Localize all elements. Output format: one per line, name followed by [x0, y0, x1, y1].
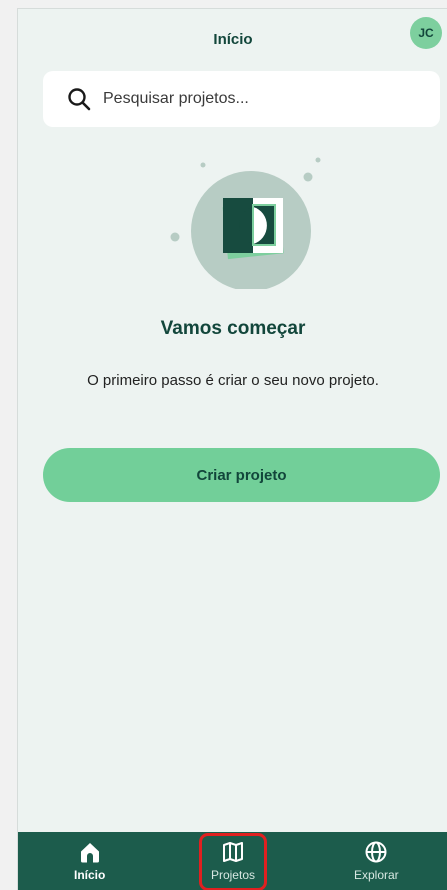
empty-state-illustration — [163, 149, 333, 291]
tab-label: Início — [73, 868, 106, 882]
app-screen: Início JC Vamos com — [17, 8, 447, 890]
search-bar[interactable] — [43, 71, 440, 127]
home-icon — [77, 840, 103, 864]
tab-label: Projetos — [210, 868, 255, 882]
page-title: Início — [213, 31, 253, 48]
tab-inicio[interactable]: Início — [18, 832, 161, 890]
tab-projetos[interactable]: Projetos — [161, 832, 304, 890]
search-input[interactable] — [101, 89, 425, 109]
empty-state-heading: Vamos começar — [160, 318, 306, 339]
empty-state-description: O primeiro passo é criar o seu novo proj… — [87, 372, 379, 389]
search-icon — [65, 85, 93, 113]
globe-icon — [363, 840, 389, 864]
tab-label: Explorar — [353, 868, 399, 882]
avatar[interactable]: JC — [410, 17, 442, 49]
tab-explorar[interactable]: Explorar — [305, 832, 447, 890]
map-icon — [220, 840, 246, 864]
bottom-tab-bar: Início Projetos Explorar — [18, 832, 447, 890]
top-bar: Início JC — [18, 9, 447, 71]
create-project-button[interactable]: Criar projeto — [43, 448, 440, 502]
